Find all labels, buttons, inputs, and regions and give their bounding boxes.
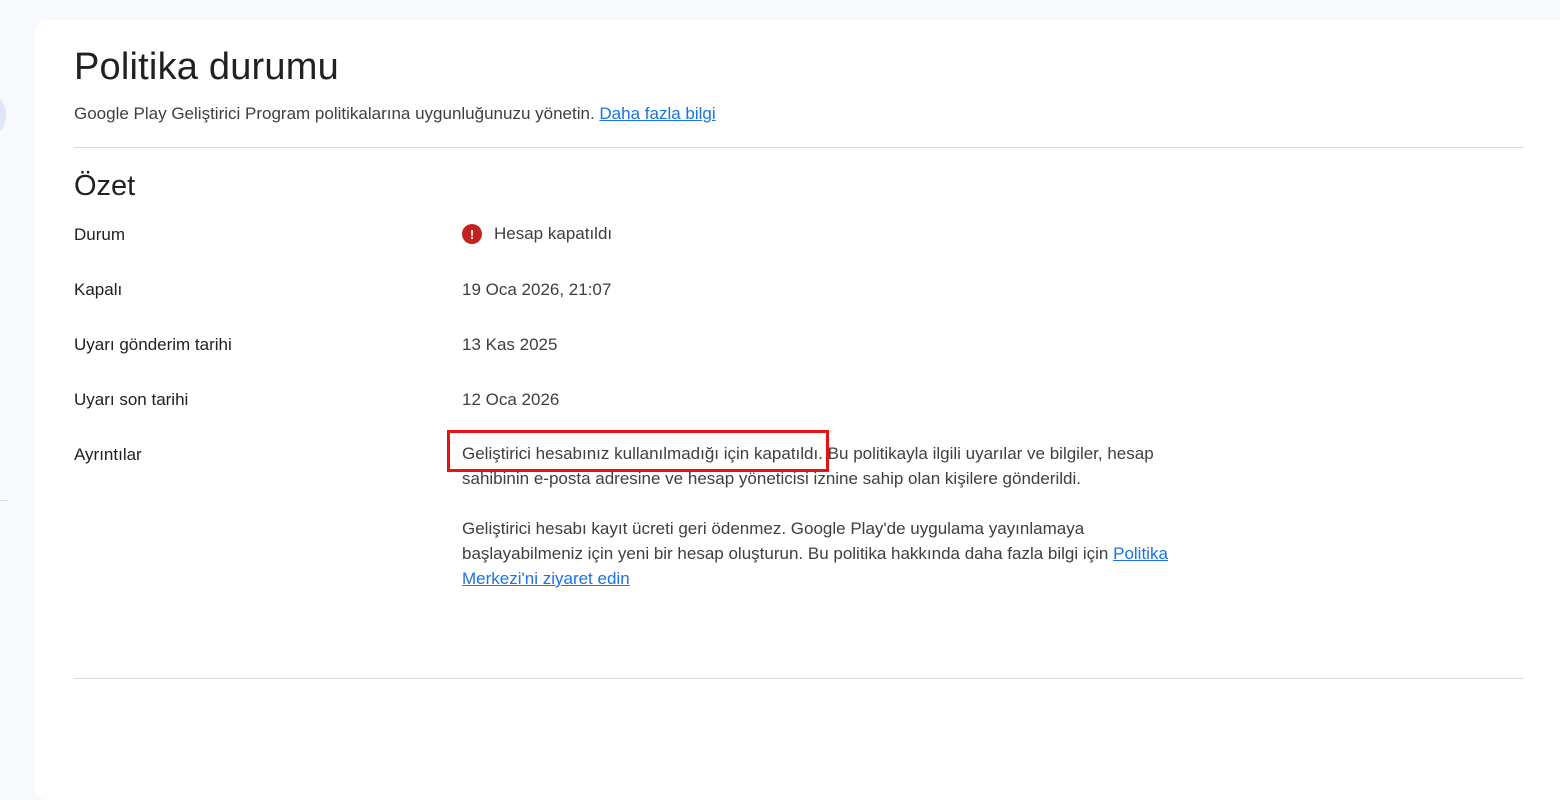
details-paragraph-1: Geliştirici hesabınız kullanılmadığı içi…	[462, 441, 1202, 491]
status-label: Durum	[74, 225, 126, 244]
closed-value: 19 Oca 2026, 21:07	[462, 280, 612, 299]
nav-rail-selection	[0, 95, 6, 135]
error-icon: !	[462, 224, 482, 244]
details-paragraph-2-text: Geliştirici hesabı kayıt ücreti geri öde…	[462, 519, 1114, 563]
highlighted-closure-reason: Geliştirici hesabınız kullanılmadığı içi…	[462, 444, 823, 463]
nav-rail-divider	[0, 500, 8, 501]
page-title: Politika durumu	[74, 46, 339, 88]
warning-sent-label: Uyarı gönderim tarihi	[74, 335, 232, 354]
policy-status-card: Politika durumu Google Play Geliştirici …	[34, 20, 1560, 800]
status-value: ! Hesap kapatıldı	[462, 224, 612, 244]
details-label: Ayrıntılar	[74, 445, 142, 464]
summary-title: Özet	[74, 170, 136, 202]
warning-sent-value: 13 Kas 2025	[462, 335, 558, 354]
details-text: Geliştirici hesabınız kullanılmadığı içi…	[462, 441, 1202, 591]
details-paragraph-2: Geliştirici hesabı kayıt ücreti geri öde…	[462, 516, 1202, 591]
warning-deadline-label: Uyarı son tarihi	[74, 390, 189, 409]
closed-label: Kapalı	[74, 280, 123, 299]
page-subtitle: Google Play Geliştirici Program politika…	[74, 104, 716, 124]
summary-divider	[74, 678, 1524, 679]
learn-more-link[interactable]: Daha fazla bilgi	[599, 104, 715, 123]
header-divider	[74, 147, 1524, 148]
status-text: Hesap kapatıldı	[494, 224, 613, 243]
warning-deadline-value: 12 Oca 2026	[462, 390, 560, 409]
page-subtitle-text: Google Play Geliştirici Program politika…	[74, 104, 595, 123]
